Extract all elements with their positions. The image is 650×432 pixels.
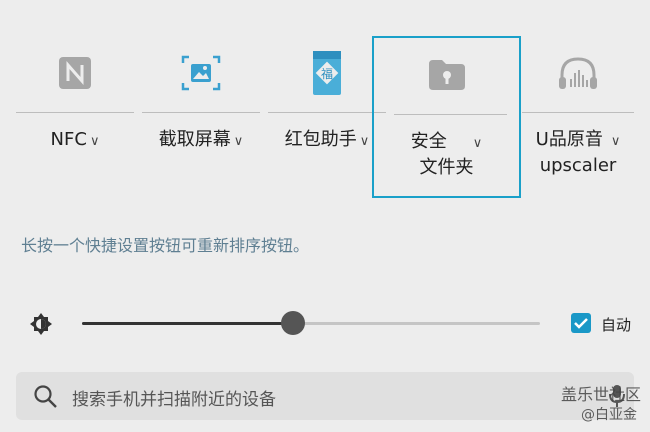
quick-settings-tiles: NFC ∨ 截取屏幕 ∨ 福 红包助手 ∨ 安全 ∨ 文件夹 U品原音 ∨ up… — [0, 0, 650, 200]
brightness-slider-thumb[interactable] — [280, 311, 305, 335]
tile-divider — [394, 114, 507, 115]
tile-secure-folder[interactable]: 安全 ∨ 文件夹 — [372, 36, 521, 198]
secure-folder-icon — [374, 53, 519, 97]
headphones-icon — [522, 51, 634, 95]
brightness-slider[interactable] — [82, 322, 540, 325]
auto-brightness-checkbox[interactable] — [571, 313, 591, 333]
svg-text:福: 福 — [321, 66, 333, 81]
brightness-bar: 自动 — [0, 300, 650, 348]
device-search-bar[interactable]: 搜索手机并扫描附近的设备 — [16, 372, 634, 420]
tile-divider — [142, 112, 260, 113]
reorder-hint-text: 长按一个快捷设置按钮可重新排序按钮。 — [21, 236, 310, 255]
chevron-down-icon: ∨ — [472, 136, 483, 151]
tile-red-envelope[interactable]: 福 红包助手 ∨ — [268, 36, 386, 196]
tile-divider — [522, 112, 634, 113]
tile-label: 截取屏幕 ∨ — [158, 129, 244, 150]
watermark-author: @白亚金 — [581, 407, 637, 423]
search-icon — [33, 384, 59, 414]
brightness-icon — [29, 312, 53, 340]
screenshot-icon — [142, 51, 260, 95]
nfc-icon — [16, 51, 134, 95]
check-icon — [574, 318, 588, 329]
tile-label: U品原音 ∨ upscaler — [535, 129, 621, 176]
chevron-down-icon: ∨ — [359, 134, 370, 149]
brightness-slider-fill — [82, 322, 293, 325]
tile-divider — [16, 112, 134, 113]
tile-screenshot[interactable]: 截取屏幕 ∨ — [142, 36, 260, 196]
tile-upscaler[interactable]: U品原音 ∨ upscaler — [522, 36, 634, 196]
chevron-down-icon: ∨ — [233, 134, 244, 149]
tile-label: 安全 ∨ 文件夹 — [410, 131, 483, 178]
chevron-down-icon: ∨ — [89, 134, 100, 149]
watermark-community: 盖乐世社区 — [561, 385, 642, 404]
tile-label: NFC ∨ — [50, 129, 100, 150]
auto-brightness-label: 自动 — [601, 316, 632, 334]
tile-label: 红包助手 ∨ — [284, 129, 370, 150]
chevron-down-icon: ∨ — [610, 134, 621, 149]
search-placeholder: 搜索手机并扫描附近的设备 — [72, 390, 276, 410]
tile-nfc[interactable]: NFC ∨ — [16, 36, 134, 196]
tile-divider — [268, 112, 386, 113]
red-envelope-icon: 福 — [268, 51, 386, 95]
